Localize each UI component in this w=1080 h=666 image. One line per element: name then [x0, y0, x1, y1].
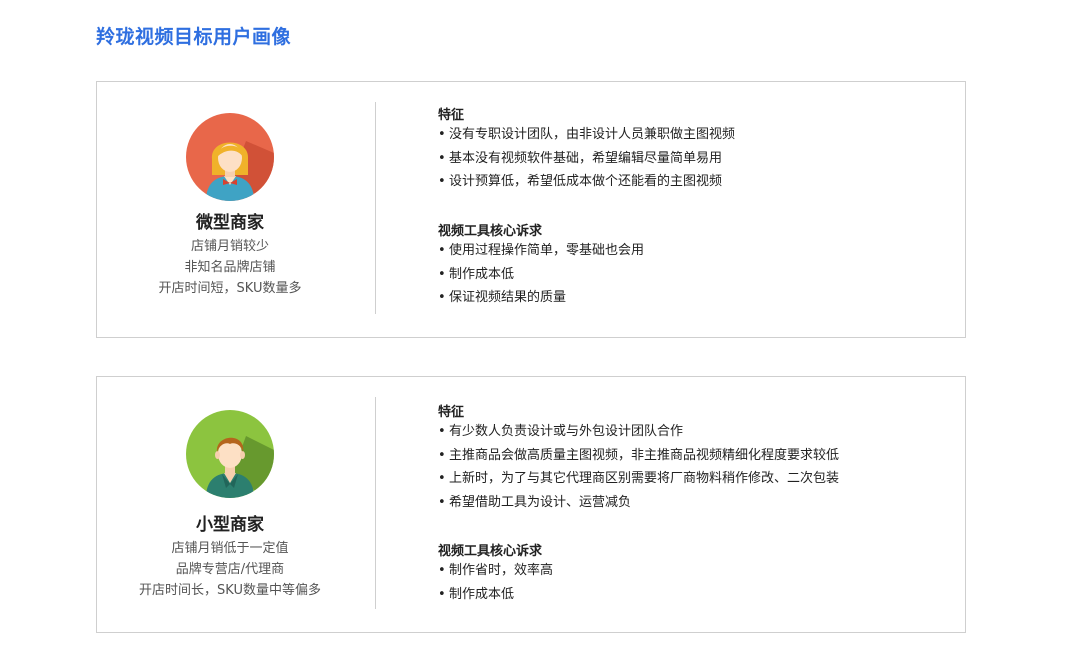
list-item: • 有少数人负责设计或与外包设计团队合作	[438, 424, 684, 439]
features-title: 特征	[438, 108, 465, 123]
list-item: • 制作成本低	[438, 586, 515, 602]
persona-details: 特征 • 有少数人负责设计或与外包设计团队合作 • 主推商品会做高质量主图视频，非主…	[438, 377, 938, 632]
persona-desc-line: 店铺月销较少	[190, 239, 269, 254]
features-list: • 有少数人负责设计或与外包设计团队合作 • 主推商品会做高质量主图视频，非主推商品…	[438, 420, 839, 514]
persona-name: 小型商家	[196, 515, 264, 535]
card-divider	[375, 102, 376, 314]
core-needs-list: • 使用过程操作简单，零基础也会用 • 制作成本低 • 保证视频结果的质量	[438, 239, 644, 310]
list-item: • 上新时，为了与其它代理商区别需要将厂商物料稍作修改、二次包装	[438, 471, 840, 486]
core-needs-list: • 制作省时，效率高 • 制作成本低	[438, 559, 553, 606]
list-item: • 制作省时，效率高	[438, 563, 554, 578]
persona-desc-line: 店铺月销低于一定值	[171, 541, 289, 556]
features-title: 特征	[438, 405, 465, 420]
list-item: • 设计预算低，希望低成本做个还能看的主图视频	[438, 174, 723, 189]
persona-desc-line: 开店时间短，SKU数量多	[158, 281, 302, 296]
list-item: • 希望借助工具为设计、运营减负	[438, 494, 632, 510]
persona-summary: 小型商家 店铺月销低于一定值 品牌专营店/代理商 开店时间长，SKU数量中等偏多	[97, 377, 375, 632]
persona-description: 店铺月销较少 非知名品牌店铺 开店时间短，SKU数量多	[97, 236, 363, 299]
persona-desc-line: 非知名品牌店铺	[184, 260, 276, 275]
list-item: • 基本没有视频软件基础，希望编辑尽量简单易用	[438, 150, 723, 166]
persona-desc-line: 品牌专营店/代理商	[175, 562, 285, 577]
page-title: 羚珑视频目标用户画像	[96, 26, 292, 48]
persona-description: 店铺月销低于一定值 品牌专营店/代理商 开店时间长，SKU数量中等偏多	[97, 538, 363, 601]
core-needs-title: 视频工具核心诉求	[438, 224, 543, 239]
card-divider	[375, 397, 376, 609]
persona-details: 特征 • 没有专职设计团队，由非设计人员兼职做主图视频 • 基本没有视频软件基础，希…	[438, 82, 938, 337]
persona-summary: 微型商家 店铺月销较少 非知名品牌店铺 开店时间短，SKU数量多	[97, 82, 375, 337]
persona-card-small-merchant: 小型商家 店铺月销低于一定值 品牌专营店/代理商 开店时间长，SKU数量中等偏多…	[96, 376, 966, 633]
list-item: • 没有专职设计团队，由非设计人员兼职做主图视频	[438, 127, 736, 142]
list-item: • 制作成本低	[438, 266, 515, 282]
list-item: • 保证视频结果的质量	[438, 290, 567, 305]
persona-desc-line: 开店时间长，SKU数量中等偏多	[139, 583, 321, 598]
core-needs-title: 视频工具核心诉求	[438, 544, 543, 559]
male-avatar-icon	[186, 410, 274, 498]
features-list: • 没有专职设计团队，由非设计人员兼职做主图视频 • 基本没有视频软件基础，希望编辑…	[438, 123, 735, 194]
list-item: • 主推商品会做高质量主图视频，非主推商品视频精细化程度要求较低	[438, 447, 840, 463]
female-avatar-icon	[186, 113, 274, 201]
persona-name: 微型商家	[196, 213, 264, 233]
list-item: • 使用过程操作简单，零基础也会用	[438, 243, 645, 258]
persona-card-micro-merchant: 微型商家 店铺月销较少 非知名品牌店铺 开店时间短，SKU数量多 特征 • 没有专…	[96, 81, 966, 338]
